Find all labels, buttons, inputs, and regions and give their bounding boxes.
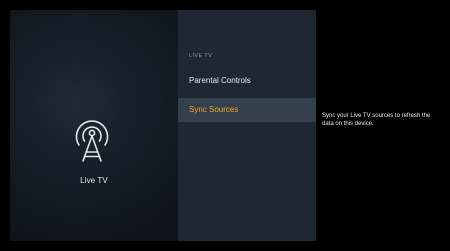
category-panel: Live TV bbox=[10, 10, 178, 241]
tv-settings-screen: Live TV LIVE TV Parental Controls Sync S… bbox=[0, 0, 450, 251]
detail-description: Sync your Live TV sources to refresh the… bbox=[322, 113, 431, 127]
menu-section-header: LIVE TV bbox=[189, 53, 213, 59]
detail-panel: Sync your Live TV sources to refresh the… bbox=[316, 10, 440, 241]
settings-menu: LIVE TV Parental Controls Sync Sources bbox=[178, 10, 316, 241]
menu-item-sync-sources[interactable]: Sync Sources bbox=[178, 98, 316, 122]
settings-frame: Live TV LIVE TV Parental Controls Sync S… bbox=[10, 10, 440, 241]
category-label: Live TV bbox=[80, 176, 108, 185]
menu-item-parental-controls[interactable]: Parental Controls bbox=[178, 69, 316, 93]
antenna-icon bbox=[75, 120, 109, 162]
